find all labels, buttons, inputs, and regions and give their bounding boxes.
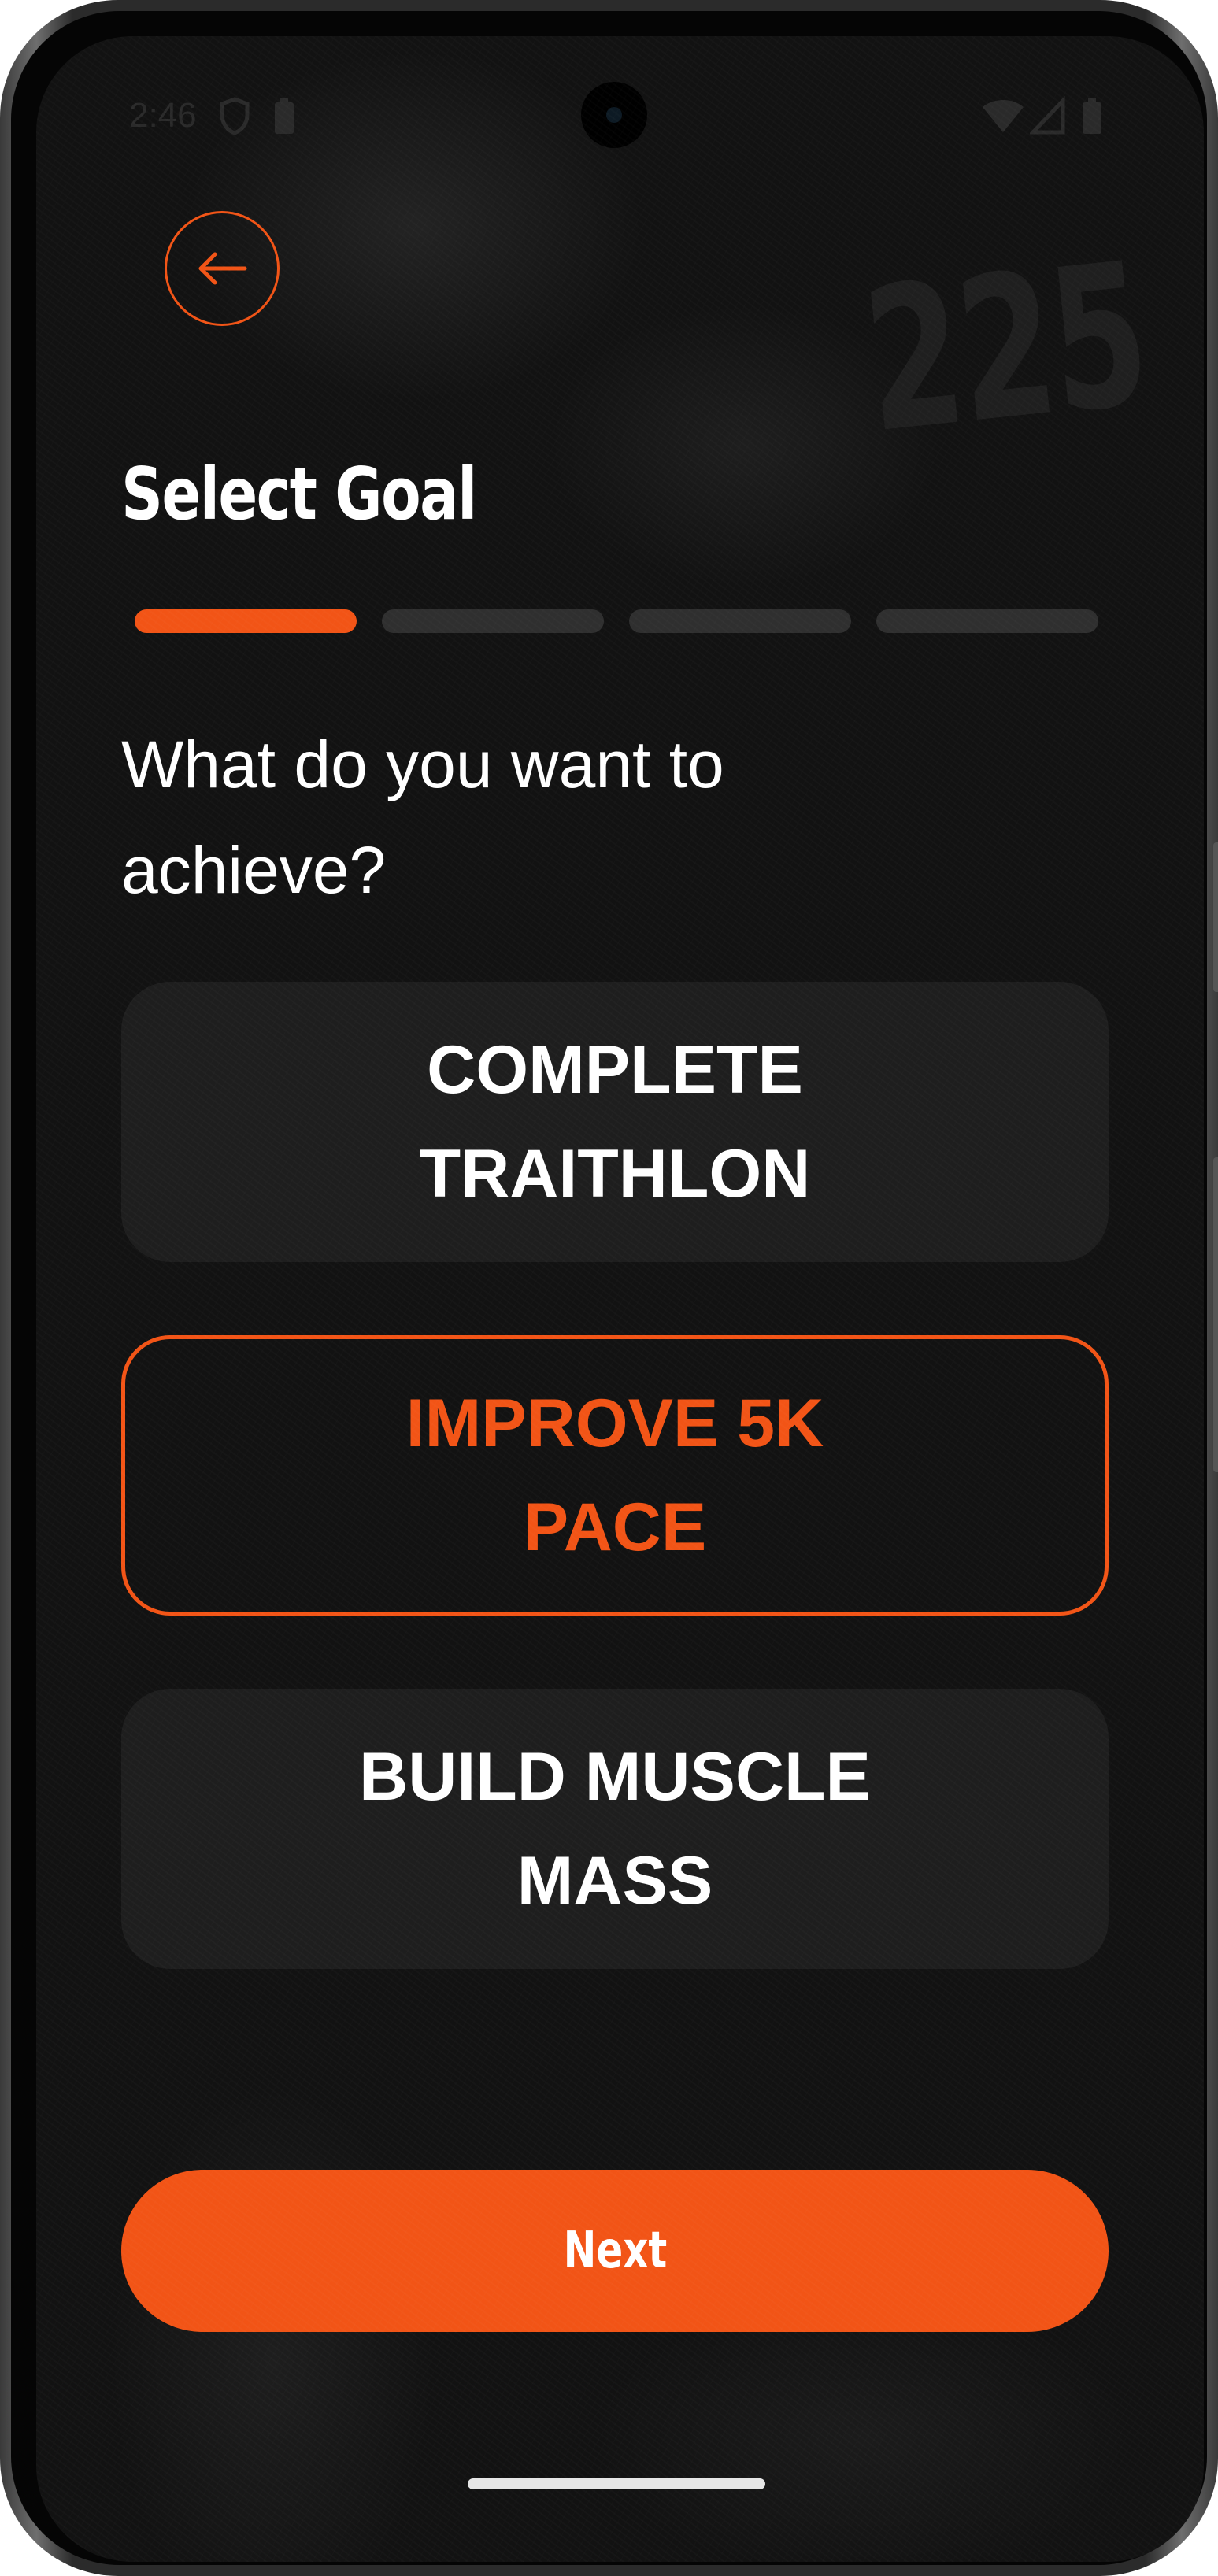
background-watermark: 225 xyxy=(855,220,1156,477)
power-button xyxy=(1213,842,1218,992)
question-text: What do you want to achieve? xyxy=(121,727,724,907)
progress-step-3 xyxy=(629,609,851,633)
front-camera xyxy=(581,82,647,148)
battery-icon xyxy=(1083,98,1101,134)
goal-option-complete-triathlon[interactable]: COMPLETE TRAITHLON xyxy=(121,982,1109,1262)
app-screen: 2:46 225 Select Goal What do you want to… xyxy=(36,36,1204,2562)
home-indicator[interactable] xyxy=(468,2478,765,2489)
shield-icon xyxy=(220,97,250,135)
phone-frame: 2:46 225 Select Goal What do you want to… xyxy=(0,0,1218,2576)
arrow-left-icon xyxy=(198,252,247,285)
progress-step-1 xyxy=(135,609,357,633)
page-title: Select Goal xyxy=(121,452,477,536)
goal-option-improve-5k-pace[interactable]: IMPROVE 5K PACE xyxy=(121,1335,1109,1616)
volume-button xyxy=(1213,1157,1218,1472)
next-button[interactable]: Next xyxy=(121,2170,1109,2332)
battery-saver-icon xyxy=(275,98,294,134)
wifi-icon xyxy=(983,100,1024,132)
goal-option-build-muscle-mass[interactable]: BUILD MUSCLE MASS xyxy=(121,1689,1109,1969)
status-bar: 2:46 xyxy=(36,36,1204,148)
step-progress xyxy=(135,609,1121,633)
goal-option-label: IMPROVE 5K PACE xyxy=(405,1386,824,1565)
progress-step-2 xyxy=(382,609,604,633)
signal-icon xyxy=(1030,96,1065,135)
next-button-label: Next xyxy=(563,2222,667,2280)
progress-step-4 xyxy=(876,609,1098,633)
phone-bezel: 2:46 225 Select Goal What do you want to… xyxy=(11,11,1207,2565)
status-time: 2:46 xyxy=(129,96,197,135)
goal-option-label: COMPLETE TRAITHLON xyxy=(419,1032,811,1212)
goal-option-label: BUILD MUSCLE MASS xyxy=(359,1739,871,1919)
back-button[interactable] xyxy=(165,211,280,326)
